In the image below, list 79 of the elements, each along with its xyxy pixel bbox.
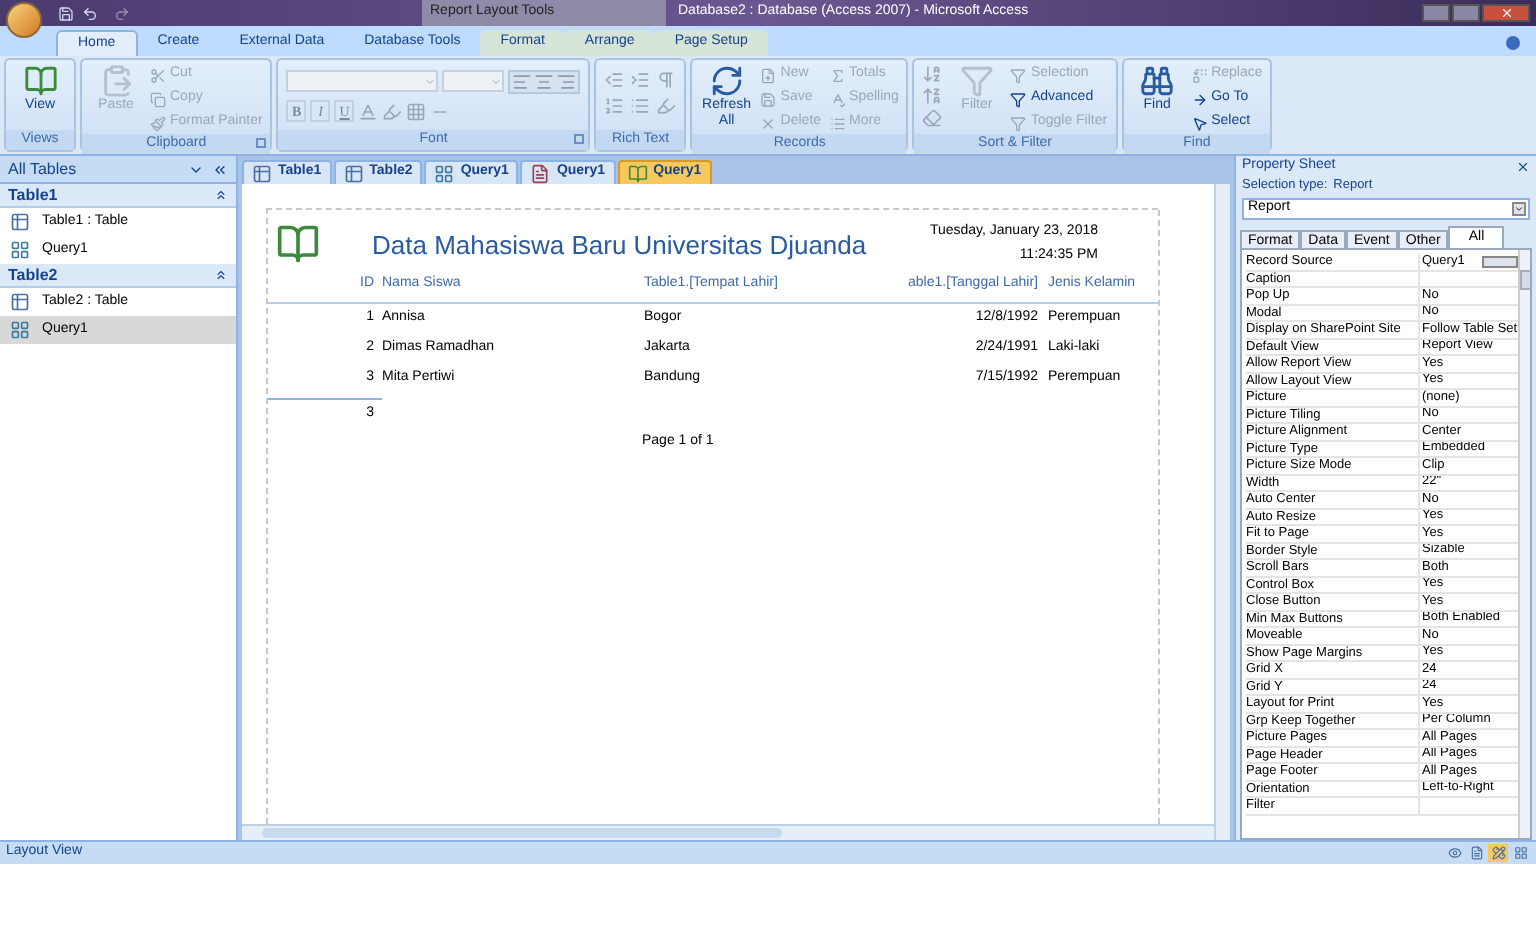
scissors-icon (150, 67, 166, 83)
close-button[interactable] (1482, 4, 1530, 22)
table-icon (252, 163, 272, 183)
filter-icon (959, 64, 994, 98)
alignment-buttons[interactable] (508, 70, 581, 94)
help-icon[interactable] (1506, 36, 1520, 50)
refresh-icon (709, 64, 744, 98)
save-icon[interactable] (58, 5, 74, 21)
new-record-icon (760, 67, 777, 83)
dropdown-icon (424, 75, 437, 87)
view-button[interactable] (1466, 844, 1486, 862)
query-icon (10, 320, 30, 340)
book-icon (23, 64, 57, 98)
numbered-list-icon[interactable] (604, 96, 625, 116)
sort-ascending-icon[interactable] (922, 64, 943, 84)
filter-icon (1010, 67, 1027, 83)
navigation-title: All Tables (8, 157, 77, 181)
collapse-icon (214, 268, 228, 282)
navigation-group-header[interactable]: Table1 (0, 184, 236, 208)
dropdown-icon (1512, 202, 1526, 216)
view-button[interactable] (1510, 844, 1530, 862)
spelling-icon (829, 91, 846, 107)
collapse-icon[interactable] (212, 161, 228, 177)
indent-decrease-icon[interactable] (604, 70, 625, 90)
gridlines-icon[interactable] (406, 101, 427, 121)
dropdown-icon (490, 75, 503, 87)
fill-color-icon[interactable] (382, 101, 403, 121)
close-icon (1499, 6, 1513, 20)
launcher-icon[interactable] (256, 138, 267, 148)
navigation-group-header[interactable]: Table2 (0, 264, 236, 288)
collapse-icon (214, 188, 228, 202)
minimize-button[interactable] (1422, 4, 1450, 22)
vertical-scrollbar[interactable] (1517, 250, 1530, 838)
form-icon (530, 163, 551, 183)
paste-icon (99, 64, 133, 98)
report-title: Data Mahasiswa Baru Universitas Djuanda (372, 228, 867, 264)
bullet-list-icon[interactable] (630, 96, 651, 116)
view-icon (1513, 846, 1527, 860)
view-icon (1469, 846, 1483, 860)
maximize-button[interactable] (1452, 4, 1480, 22)
arrow-right-icon (1191, 91, 1208, 107)
query-icon (434, 163, 455, 183)
save-icon (760, 91, 777, 107)
paintbrush-icon (150, 115, 166, 131)
table-icon (10, 292, 30, 312)
query-icon (10, 240, 30, 260)
font-size-field[interactable] (442, 70, 505, 92)
launcher-icon[interactable] (574, 134, 585, 144)
copy-icon (150, 91, 166, 107)
paragraph-icon[interactable] (656, 70, 677, 90)
report-icon (627, 163, 648, 183)
clear-sort-icon[interactable] (922, 108, 943, 128)
view-button[interactable] (1444, 844, 1464, 862)
delete-icon (760, 115, 777, 131)
horizontal-scrollbar[interactable] (242, 824, 1214, 840)
table-icon (343, 163, 364, 183)
builder-icon[interactable] (1481, 255, 1518, 268)
view-button[interactable] (1488, 844, 1508, 862)
pointer-icon (1191, 115, 1208, 131)
office-button[interactable] (6, 1, 42, 37)
filter-icon (1010, 91, 1027, 107)
table-icon (10, 212, 30, 232)
undo-icon[interactable] (82, 5, 98, 21)
close-icon[interactable] (1516, 159, 1530, 173)
indent-increase-icon[interactable] (630, 70, 651, 90)
sigma-icon (829, 67, 846, 83)
binoculars-icon (1140, 64, 1175, 98)
redo-icon[interactable] (114, 5, 130, 21)
list-icon (829, 115, 846, 131)
view-icon (1447, 846, 1461, 860)
replace-icon (1191, 67, 1208, 83)
view-icon (1491, 846, 1505, 860)
font-name-field[interactable] (286, 70, 439, 92)
report-logo-icon (276, 222, 320, 266)
sort-descending-icon[interactable] (922, 86, 943, 106)
font-color-icon[interactable] (358, 101, 379, 121)
filter-icon (1010, 115, 1027, 131)
highlight-icon[interactable] (656, 96, 677, 116)
vertical-scrollbar[interactable] (1214, 184, 1230, 840)
